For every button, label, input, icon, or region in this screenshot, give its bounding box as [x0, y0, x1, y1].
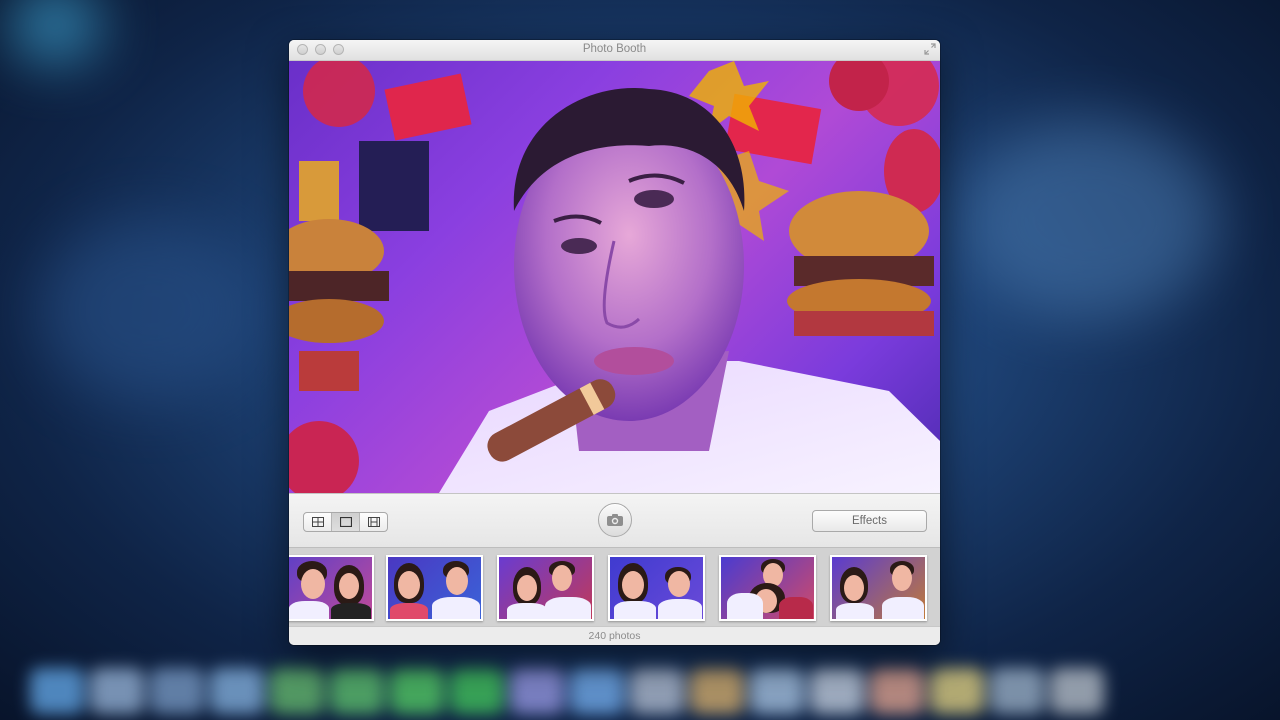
live-camera-image: [289, 61, 940, 493]
photo-thumbnail[interactable]: [497, 555, 594, 621]
photo-thumbnail[interactable]: [289, 555, 374, 621]
photo-thumbnail[interactable]: [830, 555, 927, 621]
desktop-glow: [40, 220, 260, 400]
dock-app-icon[interactable]: [210, 668, 264, 714]
dock-app-icon[interactable]: [930, 668, 984, 714]
view-mode-toggle[interactable]: [303, 512, 388, 532]
grid-icon: [311, 517, 324, 527]
window-title: Photo Booth: [582, 43, 647, 55]
photo-count-label: 240 photos: [289, 626, 940, 645]
dock-app-icon[interactable]: [1050, 668, 1104, 714]
dock-app-icon[interactable]: [30, 668, 84, 714]
dock-app-icon[interactable]: [450, 668, 504, 714]
dock-app-icon[interactable]: [810, 668, 864, 714]
dock-app-icon[interactable]: [870, 668, 924, 714]
dock-app-icon[interactable]: [750, 668, 804, 714]
dock-app-icon[interactable]: [570, 668, 624, 714]
grid-view-button[interactable]: [304, 513, 332, 531]
dock-app-icon[interactable]: [90, 668, 144, 714]
take-photo-button[interactable]: [598, 503, 632, 537]
dock-app-icon[interactable]: [270, 668, 324, 714]
desktop-glow: [10, 0, 100, 60]
desktop-glow: [960, 120, 1220, 320]
single-frame-icon: [339, 517, 352, 527]
dock: [30, 662, 1250, 720]
photo-booth-window: Photo Booth Effects 240 photos: [289, 40, 940, 645]
title-bar[interactable]: Photo Booth: [289, 40, 940, 61]
dock-app-icon[interactable]: [690, 668, 744, 714]
fullscreen-icon[interactable]: [924, 43, 936, 55]
photo-thumbnail[interactable]: [608, 555, 705, 621]
dock-app-icon[interactable]: [390, 668, 444, 714]
photo-thumbnail[interactable]: [719, 555, 816, 621]
filmstrip-view-button[interactable]: [360, 513, 387, 531]
toolbar: Effects: [289, 493, 940, 547]
camera-preview: [289, 61, 940, 493]
effects-button[interactable]: Effects: [812, 510, 927, 532]
photo-thumbnail[interactable]: [386, 555, 483, 621]
dock-app-icon[interactable]: [990, 668, 1044, 714]
dock-app-icon[interactable]: [150, 668, 204, 714]
camera-icon: [607, 514, 623, 526]
single-view-button[interactable]: [332, 513, 360, 531]
photo-filmstrip[interactable]: [289, 547, 940, 626]
dock-app-icon[interactable]: [510, 668, 564, 714]
dock-app-icon[interactable]: [330, 668, 384, 714]
filmstrip-icon: [367, 517, 380, 527]
dock-app-icon[interactable]: [630, 668, 684, 714]
